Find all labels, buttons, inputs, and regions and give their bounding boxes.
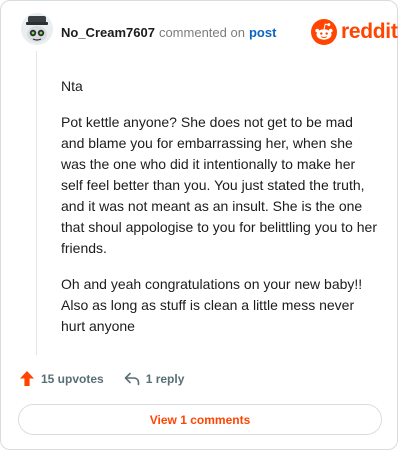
- upvote-arrow-icon: [19, 370, 35, 387]
- view-comments-button[interactable]: View 1 comments: [18, 404, 382, 435]
- username-link[interactable]: No_Cream7607: [61, 25, 155, 40]
- commented-on-text: commented on: [158, 25, 245, 40]
- reply-count: 1 reply: [145, 371, 185, 386]
- reddit-logo[interactable]: reddit: [311, 19, 398, 45]
- reply-button[interactable]: 1 reply: [124, 371, 185, 386]
- thread-line: [36, 51, 37, 355]
- comment-paragraph: Nta: [61, 78, 83, 94]
- comment-actions: 15 upvotes 1 reply: [19, 370, 184, 387]
- reddit-alien-icon: [311, 19, 337, 45]
- comment-header: No_Cream7607 commented on post: [61, 25, 276, 41]
- comment-paragraph: Pot kettle anyone? She does not get to b…: [61, 114, 377, 256]
- snoo-avatar-icon: [21, 13, 53, 45]
- upvote-button[interactable]: 15 upvotes: [19, 370, 104, 387]
- post-link[interactable]: post: [249, 25, 276, 40]
- user-avatar[interactable]: [21, 13, 53, 45]
- comment-paragraph: Oh and yeah congratulations on your new …: [61, 276, 363, 334]
- comment-body: Nta Pot kettle anyone? She does not get …: [61, 76, 377, 352]
- comment-card: No_Cream7607 commented on post reddit Nta …: [0, 0, 398, 450]
- reply-arrow-icon: [124, 372, 140, 386]
- upvote-count: 15 upvotes: [41, 371, 104, 386]
- reddit-wordmark: reddit: [341, 20, 398, 43]
